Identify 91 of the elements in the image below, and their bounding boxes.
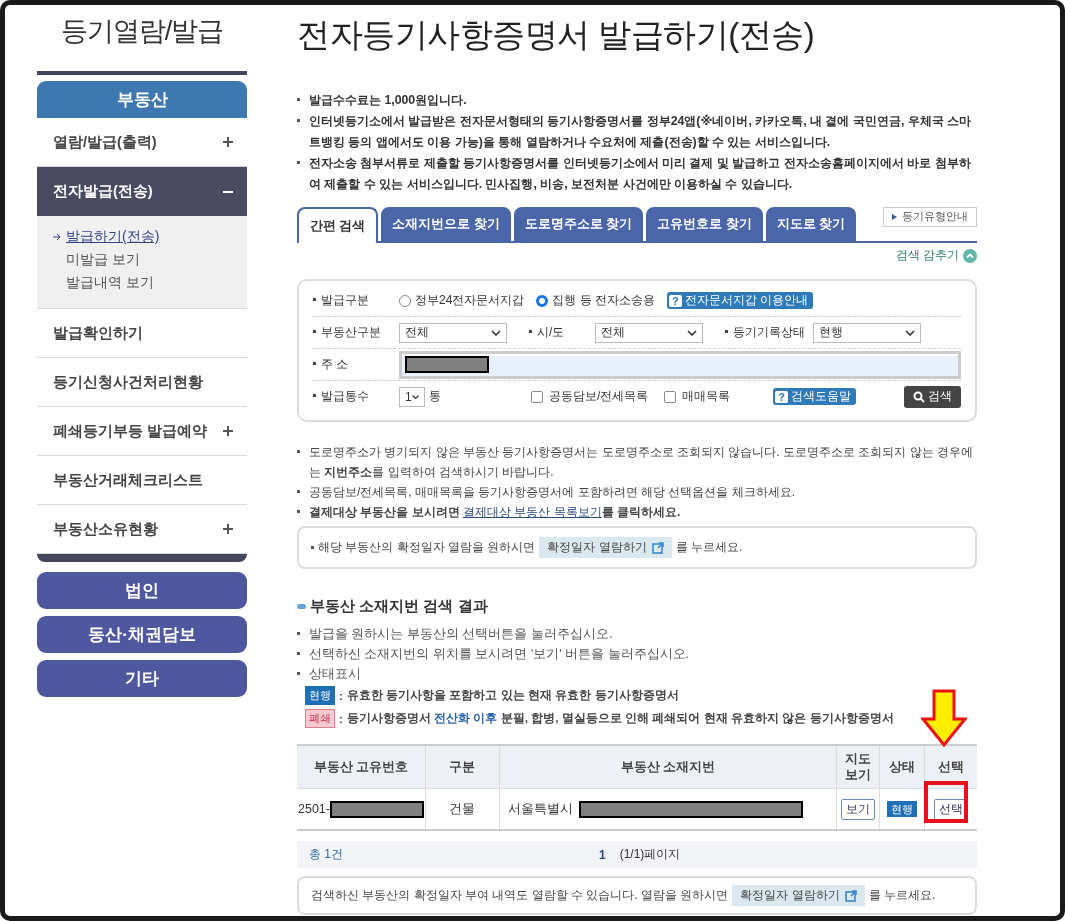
table-cell: 2501- xyxy=(297,788,426,830)
field-label: 시/도 xyxy=(529,324,587,341)
status-badge: 현행 xyxy=(887,800,917,817)
sidebar-title: 등기열람/발급 xyxy=(59,15,225,48)
note-text: 를 클릭하세요. xyxy=(601,505,681,519)
select-dropdown[interactable]: 현행 xyxy=(813,322,921,343)
note-text: 도로명주소가 병기되지 않은 부동산 등기사항증명서는 도로명주소로 조회되지 않습니다. 도로명주소로 조회되지 않는 경우에는 지번주소를 입력하여 검색하시기 바랍니다. xyxy=(297,442,977,482)
notice-text: 전자소송 첨부서류로 제출할 등기사항증명서를 인터넷등기소에서 미리 결제 및 발급하고 전자소송홈페이지에서 바로 첨부하여 제출할 수 있는 서비스입니다. 민사집행, 비송, 보전처분 사건에만 이용하실 수 있습니다. xyxy=(297,153,977,195)
field-label: 발급구분 xyxy=(313,292,391,309)
caret-icon xyxy=(892,214,897,220)
select-dropdown[interactable]: 전체 xyxy=(399,322,507,343)
category-tab[interactable]: 법인 xyxy=(37,572,247,609)
field-label: 주 소 xyxy=(313,356,391,373)
plus-icon xyxy=(223,524,233,534)
status-badge: 폐쇄 xyxy=(305,709,335,728)
search-button[interactable]: 검색 xyxy=(904,385,961,408)
search-icon xyxy=(913,390,925,403)
category-tab[interactable]: 부동산 xyxy=(37,81,247,118)
search-tab[interactable]: 도로명주소로 찾기 xyxy=(513,207,644,241)
external-link-icon xyxy=(651,541,664,554)
search-tab[interactable]: 지도로 찾기 xyxy=(765,207,857,241)
status-badge: 현행 xyxy=(305,686,335,705)
chevron-up-icon[interactable] xyxy=(963,248,977,263)
plus-icon xyxy=(223,137,233,147)
submenu-link[interactable]: 발급내역 보기 xyxy=(53,274,247,292)
section-title: 부동산 소재지번 검색 결과 xyxy=(310,597,488,616)
info-text: 를 누르세요. xyxy=(868,887,936,904)
section-marker xyxy=(297,604,306,609)
column-header: 구분 xyxy=(425,745,500,789)
select-dropdown[interactable]: 전체 xyxy=(595,322,703,343)
column-header: 부동산 고유번호 xyxy=(297,745,426,789)
column-header: 부동산 소재지번 xyxy=(499,745,837,789)
search-tab[interactable]: 고유번호로 찾기 xyxy=(646,207,763,241)
checkbox[interactable] xyxy=(664,390,677,403)
instruction-text: 상태표시 xyxy=(297,664,977,684)
total-count: 총 1건 xyxy=(309,846,344,863)
radio-label: 집행 등 전자소송용 xyxy=(552,292,656,309)
info-text: 를 누르세요. xyxy=(675,539,743,556)
info-text: 해당 부동산의 확정일자 열람을 원하시면 xyxy=(318,539,536,556)
arrow-icon xyxy=(53,233,62,241)
note-text: 공동담보/전세목록, 매매목록을 등기사항증명서에 포함하려면 해당 선택옵션을 체크하세요. xyxy=(297,482,977,502)
submenu-link[interactable]: 미발급 보기 xyxy=(53,251,247,269)
field-label: 부동산구분 xyxy=(313,324,391,341)
table-cell: 건물 xyxy=(425,788,500,830)
instruction-text: 발급을 원하시는 부동산의 선택버튼을 눌러주십시오. xyxy=(297,624,977,644)
field-label: 발급통수 xyxy=(313,388,391,405)
select-dropdown[interactable]: 1 xyxy=(399,386,425,407)
chevron-down-icon xyxy=(905,329,915,336)
date-view-button[interactable]: 확정일자 열람하기 xyxy=(539,537,672,558)
external-link-icon xyxy=(844,889,857,902)
column-header: 상태 xyxy=(879,745,925,789)
submenu-link[interactable]: 발급하기(전송) xyxy=(53,228,247,246)
chevron-down-icon xyxy=(491,329,501,336)
map-view-button[interactable]: 보기 xyxy=(841,798,875,820)
page-info: (1/1)페이지 xyxy=(619,846,681,863)
notice-text: 인터넷등기소에서 발급받은 전자문서형태의 등기사항증명서를 정부24앱(※네이버, 카카오톡, 내 곁에 국민연금, 우체국 스마트뱅킹 등의 앱에서도 이용 가능)을 통해 열람하거나 수요처에 제출(전송)할 수 있는 서비스입니다. xyxy=(297,111,977,153)
plus-icon xyxy=(223,426,233,436)
checkbox[interactable] xyxy=(531,390,543,403)
help-button[interactable]: ? 전자문서지갑 이용안내 xyxy=(667,292,813,309)
table-cell: 서울특별시 xyxy=(499,788,837,830)
checkbox-label: 매매목록 xyxy=(682,388,731,405)
menu-item[interactable]: 전자발급(전송) xyxy=(37,167,247,216)
legend-text: 유효한 등기사항을 포함하고 있는 현재 유효한 등기사항증명서 xyxy=(346,687,679,704)
legend-text: 등기사항증명서 전산화 이후 분필, 합병, 멸실등으로 인해 폐쇄되어 현재 유효하지 않은 등기사항증명서 xyxy=(346,710,894,727)
info-text: 검색하신 부동산의 확정일자 부여 내역도 열람할 수 있습니다. 열람을 원하시면 xyxy=(311,887,729,904)
category-tab[interactable]: 기타 xyxy=(37,660,247,697)
hide-search-link[interactable]: 검색 감추기 xyxy=(895,247,959,264)
page-number[interactable]: 1 xyxy=(599,847,606,862)
unit-text: 통 xyxy=(429,388,441,405)
note-text: 결제대상 부동산을 보시려면 xyxy=(309,505,460,519)
list-link[interactable]: 결제대상 부동산 목록보기 xyxy=(463,505,602,519)
radio-label: 정부24전자문서지갑 xyxy=(415,292,525,309)
radio-button[interactable] xyxy=(399,294,411,307)
radio-button[interactable] xyxy=(536,294,549,307)
instruction-text: 선택하신 소재지번의 위치를 보시려면 '보기' 버튼을 눌러주십시오. xyxy=(297,644,977,664)
separator-text: : xyxy=(339,711,343,726)
page-title: 전자등기사항증명서 발급하기(전송) xyxy=(297,15,816,55)
help-button[interactable]: ? 검색도움말 xyxy=(773,388,856,405)
separator-text: : xyxy=(339,688,343,703)
search-tab[interactable]: 간편 검색 xyxy=(297,207,379,243)
column-header: 지도 보기 xyxy=(836,745,880,789)
chevron-down-icon xyxy=(411,393,419,400)
checkbox-label: 공동담보/전세목록 xyxy=(549,388,649,405)
notice-text: 발급수수료는 1,000원입니다. xyxy=(297,90,977,111)
chevron-down-icon xyxy=(687,329,697,336)
address-field[interactable] xyxy=(399,350,961,379)
guide-button[interactable]: 등기유형안내 xyxy=(883,207,977,227)
search-tab[interactable]: 소재지번으로 찾기 xyxy=(381,207,511,241)
field-label: 등기기록상태 xyxy=(725,324,805,341)
category-tab[interactable]: 동산·채권담보 xyxy=(37,616,247,653)
date-view-button[interactable]: 확정일자 열람하기 xyxy=(732,885,865,906)
